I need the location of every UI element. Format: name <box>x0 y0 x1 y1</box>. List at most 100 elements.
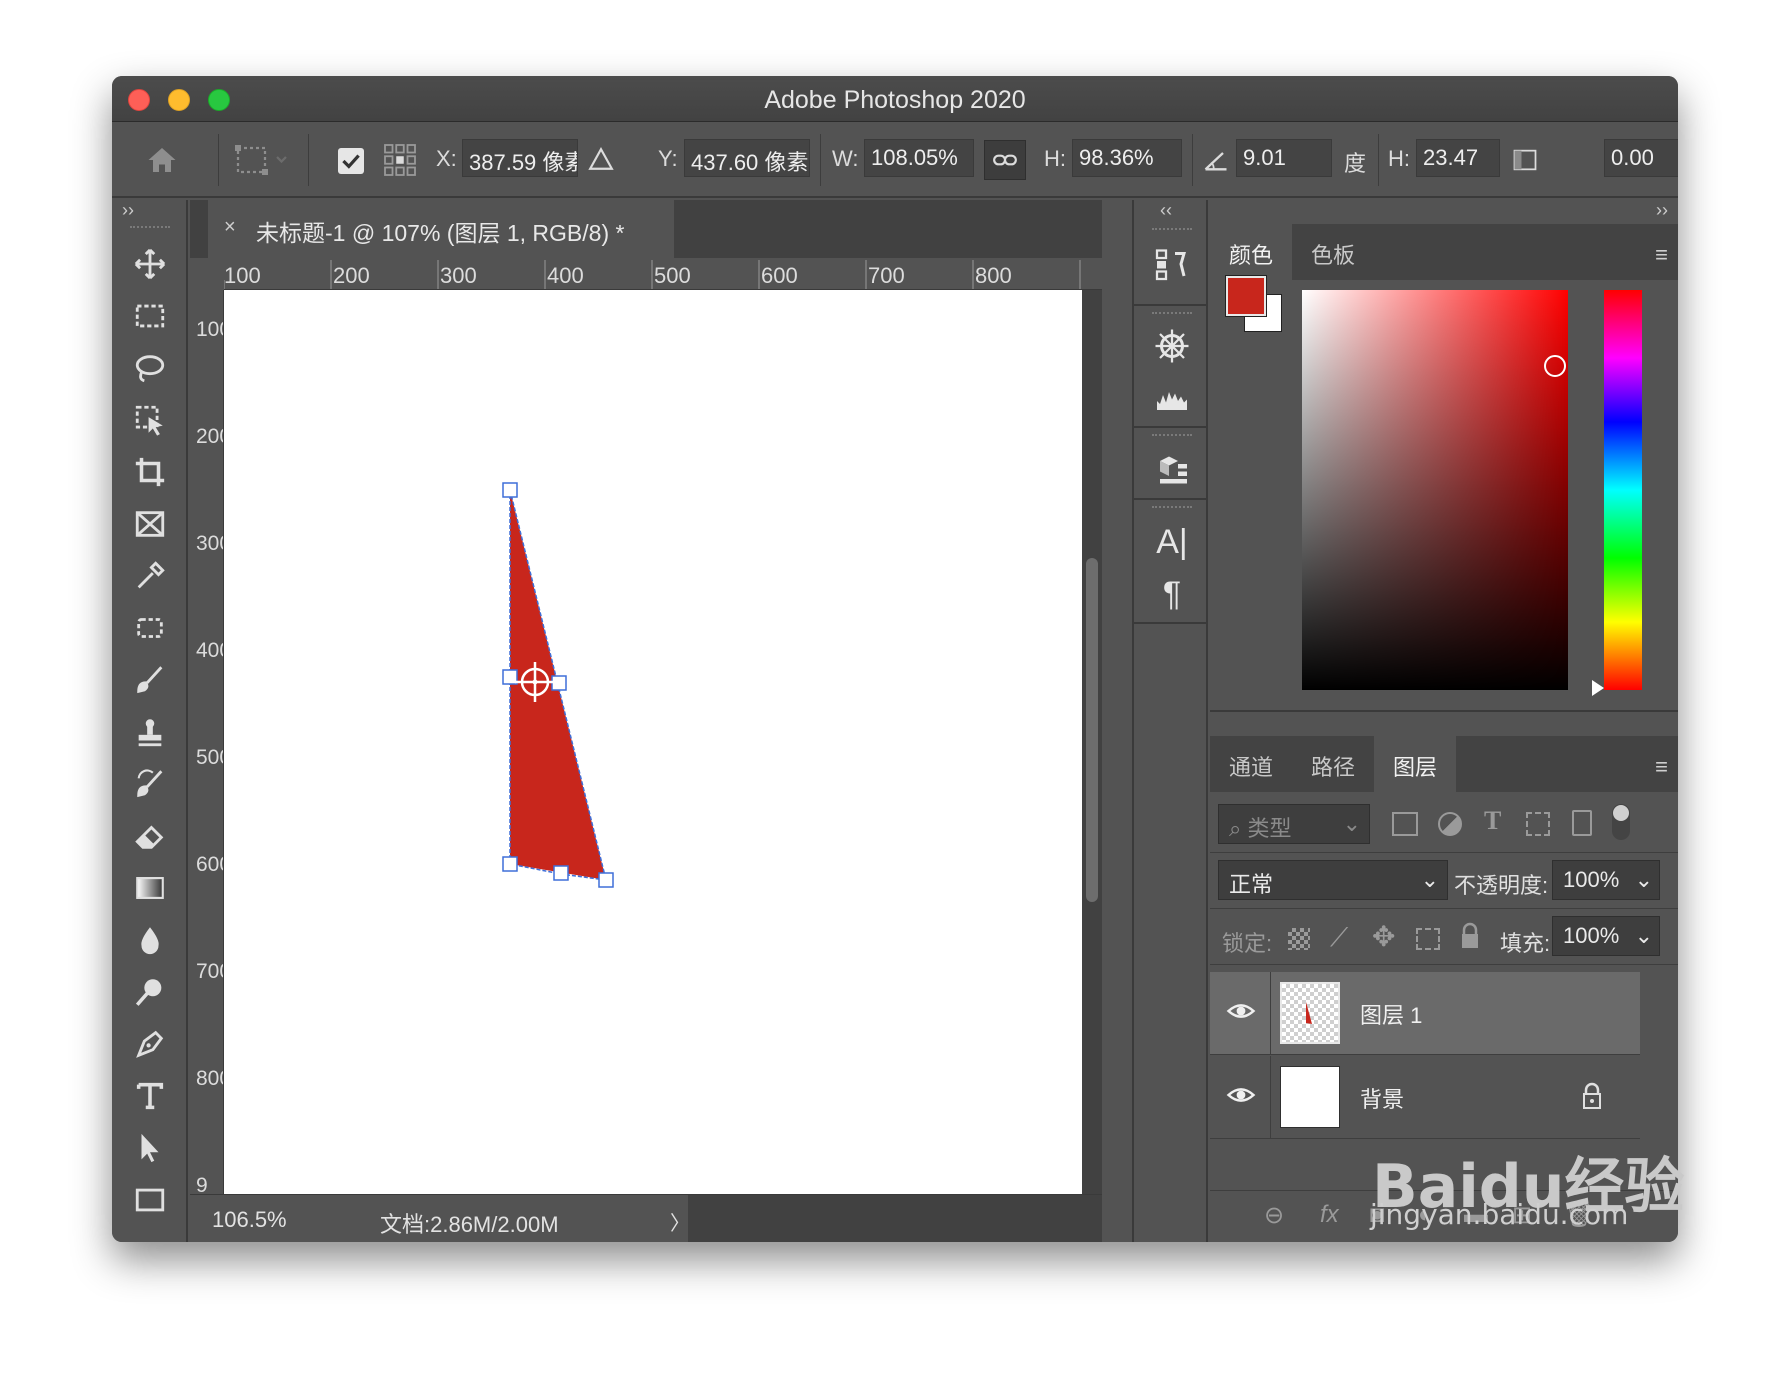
tab-channels[interactable]: 通道 <box>1210 736 1292 792</box>
layer-row-layer-1[interactable]: 图层 1 <box>1210 972 1640 1054</box>
eraser-icon[interactable] <box>130 816 170 856</box>
vertical-scroll-thumb[interactable] <box>1086 558 1098 902</box>
layer-thumbnail[interactable] <box>1280 982 1340 1044</box>
width-field[interactable]: 108.05% <box>864 139 974 177</box>
transform-handle-bottom-right[interactable] <box>598 872 614 888</box>
lock-all-icon[interactable] <box>1460 922 1480 950</box>
panel-grip[interactable] <box>1152 228 1192 234</box>
transformed-shape-layer[interactable] <box>224 290 1082 1194</box>
lock-transparent-pixels-icon[interactable] <box>1288 928 1310 950</box>
close-tab-icon[interactable]: × <box>224 216 236 239</box>
paragraph-panel-icon[interactable]: ¶ <box>1152 574 1192 614</box>
skew-horizontal-field[interactable]: 23.47 <box>1416 139 1500 177</box>
rectangular-marquee-icon[interactable] <box>130 296 170 336</box>
horizontal-ruler[interactable]: 100 200 300 400 500 600 700 800 <box>224 258 1102 290</box>
navigator-icon[interactable] <box>1152 326 1192 366</box>
visibility-eye-icon[interactable] <box>1226 996 1256 1026</box>
object-selection-icon[interactable] <box>130 400 170 440</box>
blur-icon[interactable] <box>130 920 170 960</box>
skew-vertical-field[interactable]: 0.00 <box>1604 139 1678 177</box>
layers-panel-menu-icon[interactable]: ≡ <box>1655 754 1668 780</box>
healing-brush-icon[interactable] <box>130 608 170 648</box>
add-layer-style-icon[interactable]: fx <box>1320 1201 1339 1229</box>
histogram-icon[interactable] <box>1152 378 1192 418</box>
character-panel-icon[interactable]: A| <box>1152 522 1192 562</box>
clone-stamp-icon[interactable] <box>130 712 170 752</box>
canvas[interactable] <box>224 290 1082 1194</box>
transform-handle-top[interactable] <box>502 482 518 498</box>
frame-icon[interactable] <box>130 504 170 544</box>
panel-grip[interactable] <box>1152 434 1192 440</box>
tab-color[interactable]: 颜色 <box>1210 224 1292 280</box>
document-tab[interactable]: × 未标题-1 @ 107% (图层 1, RGB/8) * <box>208 200 674 258</box>
pen-icon[interactable] <box>130 1024 170 1064</box>
path-selection-icon[interactable] <box>130 1128 170 1168</box>
foreground-color-swatch[interactable] <box>1225 275 1267 317</box>
color-field[interactable] <box>1302 290 1568 690</box>
opacity-field[interactable]: 100% ⌄ <box>1552 860 1660 900</box>
dodge-icon[interactable] <box>130 972 170 1012</box>
lock-position-icon[interactable]: ✥ <box>1372 920 1395 953</box>
zoom-level[interactable]: 106.5% <box>212 1207 287 1233</box>
lock-artboard-icon[interactable] <box>1416 928 1440 950</box>
panel-grip[interactable] <box>1152 312 1192 318</box>
y-position-field[interactable]: 437.60 像素 <box>684 139 810 177</box>
color-panel-menu-icon[interactable]: ≡ <box>1655 242 1668 268</box>
x-position-field[interactable]: 387.59 像素 <box>462 139 578 177</box>
filter-toggle-switch[interactable] <box>1612 804 1630 840</box>
tools-grip[interactable] <box>130 226 170 232</box>
link-icon[interactable] <box>984 140 1026 180</box>
filter-smart-objects-icon[interactable] <box>1572 810 1592 836</box>
rectangle-shape-icon[interactable] <box>130 1180 170 1220</box>
hue-slider[interactable] <box>1604 290 1642 690</box>
collapse-right-panels-icon[interactable]: ›› <box>1656 200 1668 221</box>
home-icon[interactable] <box>144 142 180 178</box>
transform-tool-preset-icon[interactable] <box>230 142 294 178</box>
expand-panels-icon[interactable]: ‹‹ <box>1160 200 1172 221</box>
layer-thumbnail[interactable] <box>1280 1066 1340 1128</box>
chevron-down-icon[interactable]: ⌄ <box>1635 923 1653 949</box>
lasso-icon[interactable] <box>130 348 170 388</box>
layer-name[interactable]: 图层 1 <box>1360 998 1422 1030</box>
fill-field[interactable]: 100% ⌄ <box>1552 916 1660 956</box>
visibility-eye-icon[interactable] <box>1226 1080 1256 1110</box>
gradient-icon[interactable] <box>130 868 170 908</box>
move-tool-icon[interactable] <box>130 244 170 284</box>
transform-handle-left[interactable] <box>502 669 518 685</box>
filter-type-layers-icon[interactable]: T <box>1484 806 1501 836</box>
reference-point-grid-icon[interactable] <box>382 142 418 178</box>
tab-swatches[interactable]: 色板 <box>1292 224 1374 280</box>
height-field[interactable]: 98.36% <box>1072 139 1182 177</box>
horizontal-scrollbar[interactable] <box>688 1195 1460 1242</box>
layer-row-background[interactable]: 背景 <box>1210 1056 1640 1138</box>
tab-paths[interactable]: 路径 <box>1292 736 1374 792</box>
hue-slider-arrow-icon[interactable] <box>1592 680 1604 696</box>
tools-collapse-icon[interactable]: ›› <box>122 200 134 221</box>
layer-name[interactable]: 背景 <box>1360 1082 1404 1114</box>
status-menu-arrow-icon[interactable]: 〉 <box>670 1207 690 1236</box>
filter-pixel-layers-icon[interactable] <box>1392 812 1418 836</box>
lock-icon[interactable] <box>1582 1082 1602 1110</box>
transform-handle-bottom[interactable] <box>553 865 569 881</box>
layer-filter-select[interactable]: ⌕ 类型 ⌄ <box>1218 804 1370 844</box>
crop-icon[interactable] <box>130 452 170 492</box>
color-picker-cursor[interactable] <box>1544 355 1566 377</box>
lock-image-pixels-icon[interactable]: ⟋ <box>1330 922 1348 954</box>
type-tool-icon[interactable] <box>130 1076 170 1116</box>
reference-point-checkbox[interactable] <box>338 148 364 174</box>
vertical-scrollbar[interactable] <box>1082 290 1102 1194</box>
vertical-ruler[interactable]: 100 200 300 400 500 600 700 800 9 <box>190 290 224 1194</box>
panel-grip[interactable] <box>1152 506 1192 512</box>
3d-object-icon[interactable] <box>1152 450 1192 490</box>
blend-mode-select[interactable]: 正常 ⌄ <box>1218 860 1448 900</box>
canvas-viewport[interactable] <box>224 290 1082 1194</box>
history-icon[interactable] <box>1152 244 1192 284</box>
relative-position-icon[interactable] <box>588 146 614 172</box>
eyedropper-icon[interactable] <box>130 556 170 596</box>
transform-handle-bottom-left[interactable] <box>502 856 518 872</box>
tab-layers[interactable]: 图层 <box>1374 736 1456 792</box>
history-brush-icon[interactable] <box>130 764 170 804</box>
filter-shape-layers-icon[interactable] <box>1526 812 1550 836</box>
filter-adjustment-layers-icon[interactable] <box>1438 812 1462 836</box>
chevron-down-icon[interactable]: ⌄ <box>1635 867 1653 893</box>
